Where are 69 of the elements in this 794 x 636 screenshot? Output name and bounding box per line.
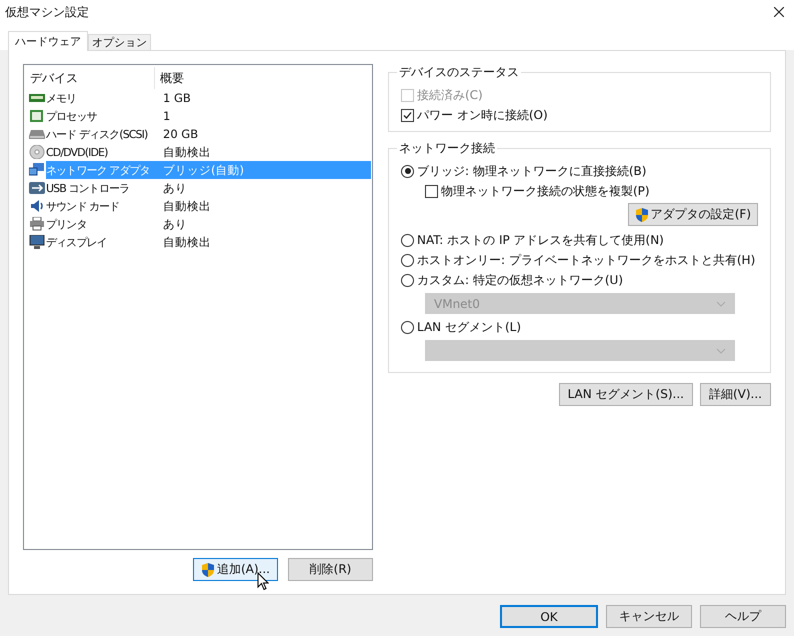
dropdown-value: VMnet0 <box>434 296 480 310</box>
device-summary: 自動検出 <box>162 234 211 250</box>
tab[interactable]: オプション <box>88 34 151 50</box>
radio-label: NAT: ホストの IP アドレスを共有して使用(N) <box>417 232 664 248</box>
device-summary: あり <box>162 216 187 232</box>
network-icon <box>29 163 45 177</box>
memory-icon <box>29 91 45 105</box>
printer-icon <box>29 217 45 231</box>
list-button[interactable]: 追加(A)... <box>193 558 278 581</box>
panel-button[interactable]: LAN セグメント(S)... <box>558 383 693 406</box>
radio-label: ホストオンリー: プライベートネットワークをホストと共有(H) <box>417 252 756 268</box>
usb-icon <box>29 181 45 195</box>
chevron-icon <box>716 348 726 354</box>
radio-button[interactable] <box>401 254 414 266</box>
device-summary: ブリッジ(自動) <box>162 162 244 178</box>
shield-icon <box>634 206 649 222</box>
tab[interactable]: ハードウェア <box>8 31 88 51</box>
device-name: メモリ <box>46 90 78 106</box>
device-row[interactable]: サウンド カード 自動検出 <box>46 197 371 215</box>
radio-label: カスタム: 特定の仮想ネットワーク(U) <box>417 272 624 288</box>
window-title: 仮想マシン設定 <box>5 4 89 20</box>
radio-label: ブリッジ: 物理ネットワークに直接接続(B) <box>417 162 646 180</box>
list-button[interactable]: 削除(R) <box>288 558 373 581</box>
checkbox[interactable] <box>425 184 438 198</box>
group-title: デバイスのステータス <box>398 64 520 81</box>
monitor-icon <box>29 235 45 249</box>
checkbox-label: 接続済み(C) <box>417 86 483 104</box>
device-row[interactable]: ディスプレイ 自動検出 <box>46 233 371 251</box>
radio-button[interactable] <box>401 320 414 334</box>
device-summary: 1 GB <box>162 91 191 105</box>
dialog-button[interactable]: ヘルプ <box>700 605 786 628</box>
panel-button[interactable]: 詳細(V)... <box>700 383 771 406</box>
dialog-button[interactable]: OK <box>500 605 598 628</box>
checkbox-label: パワー オン時に接続(O) <box>417 106 548 124</box>
device-row[interactable]: ハード ディスク(SCSI) 20 GB <box>46 125 371 143</box>
device-summary: あり <box>162 180 187 196</box>
group-title: ネットワーク接続 <box>398 140 496 157</box>
device-row[interactable]: プロセッサ 1 <box>46 107 371 125</box>
device-row[interactable]: プリンタ あり <box>46 215 371 233</box>
close-icon[interactable] <box>774 7 784 17</box>
column-header[interactable]: 概要 <box>155 67 184 89</box>
radio-button[interactable] <box>401 164 414 178</box>
device-summary: 自動検出 <box>162 144 211 160</box>
adapter-settings-button[interactable]: アダプタの設定(F) <box>628 203 758 226</box>
device-name: サウンド カード <box>46 198 120 214</box>
radio-label: LAN セグメント(L) <box>417 318 522 336</box>
device-name: ハード ディスク(SCSI) <box>46 126 148 142</box>
device-name: プリンタ <box>46 216 88 232</box>
column-header[interactable]: デバイス <box>25 67 155 89</box>
speaker-icon <box>29 199 45 213</box>
device-name: CD/DVD(IDE) <box>46 146 108 158</box>
device-name: USB コントローラ <box>46 180 130 196</box>
shield-icon <box>200 562 215 578</box>
device-summary: 1 <box>162 109 170 123</box>
device-summary: 自動検出 <box>162 198 211 214</box>
device-name: ネットワーク アダプタ <box>46 162 151 178</box>
device-name: プロセッサ <box>46 108 98 124</box>
radio-button[interactable] <box>401 234 414 246</box>
device-row[interactable]: メモリ 1 GB <box>46 89 371 107</box>
device-summary: 20 GB <box>162 127 198 141</box>
checkbox[interactable] <box>401 108 414 122</box>
device-row[interactable]: CD/DVD(IDE) 自動検出 <box>46 143 371 161</box>
device-name: ディスプレイ <box>46 234 108 250</box>
checkbox-label: 物理ネットワーク接続の状態を複製(P) <box>441 182 650 200</box>
radio-button[interactable] <box>401 274 414 286</box>
processor-icon <box>29 109 45 123</box>
chevron-icon <box>716 300 726 306</box>
dialog-button[interactable]: キャンセル <box>606 605 692 628</box>
device-row[interactable]: USB コントローラ あり <box>46 179 371 197</box>
